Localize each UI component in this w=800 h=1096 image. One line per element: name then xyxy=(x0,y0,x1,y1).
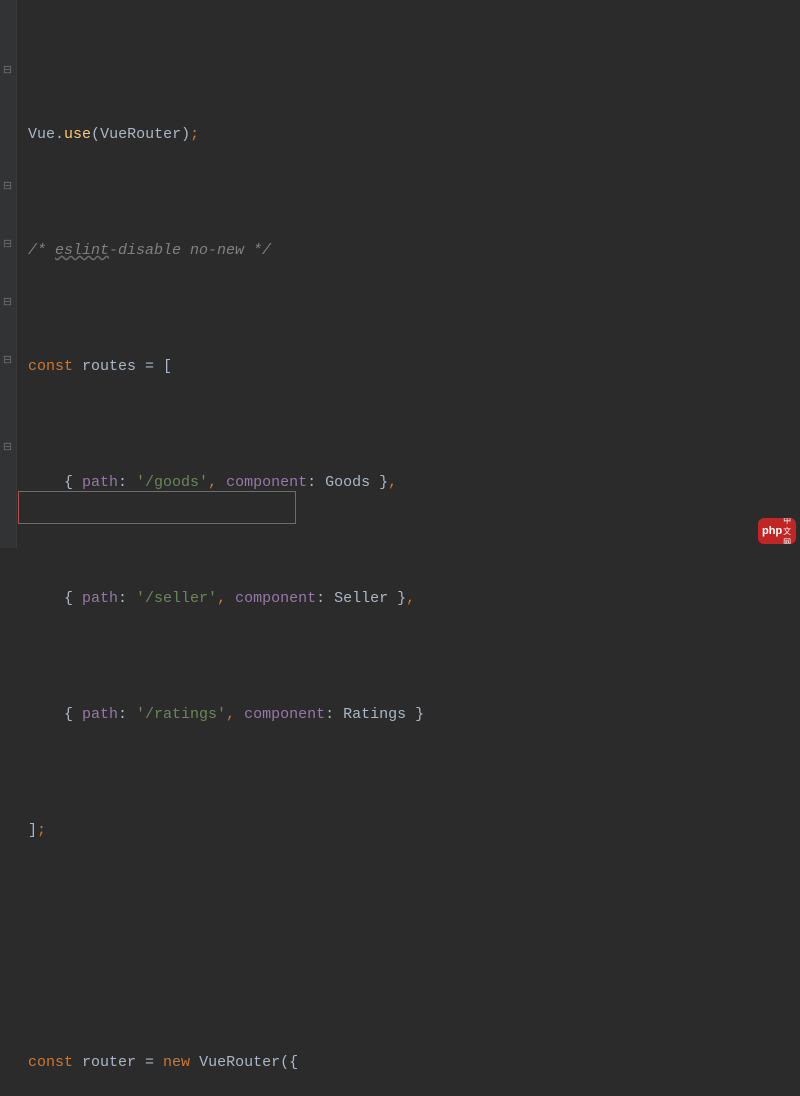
indent-guide xyxy=(16,0,17,548)
code-line: Vue.use(VueRouter); xyxy=(28,120,798,149)
fold-open-icon[interactable]: ⊟ xyxy=(1,66,14,79)
code-line: { path: '/goods', component: Goods }, xyxy=(28,468,798,497)
code-line: const routes = [ xyxy=(28,352,798,381)
code-line: { path: '/seller', component: Seller }, xyxy=(28,584,798,613)
code-line: ]; xyxy=(28,816,798,845)
badge-subtext: 中文网 xyxy=(783,518,796,544)
fold-close-icon[interactable]: ⊟ xyxy=(1,298,14,311)
fold-close-icon[interactable]: ⊟ xyxy=(1,443,14,456)
fold-open-icon[interactable]: ⊟ xyxy=(1,240,14,253)
code-line: /* eslint-disable no-new */ xyxy=(28,236,798,265)
code-line: { path: '/ratings', component: Ratings } xyxy=(28,700,798,729)
fold-close-icon[interactable]: ⊟ xyxy=(1,182,14,195)
code-content[interactable]: Vue.use(VueRouter); /* eslint-disable no… xyxy=(16,0,800,548)
code-line: const router = new VueRouter({ xyxy=(28,1048,798,1077)
fold-gutter: ⊟ ⊟ ⊟ ⊟ ⊟ ⊟ xyxy=(0,0,16,548)
badge-text: php xyxy=(762,525,782,537)
fold-open-icon[interactable]: ⊟ xyxy=(1,356,14,369)
code-editor[interactable]: ⊟ ⊟ ⊟ ⊟ ⊟ ⊟ Vue.use(VueRouter); /* eslin… xyxy=(0,0,800,548)
code-line xyxy=(28,932,798,961)
watermark-badge: php 中文网 xyxy=(758,518,796,544)
